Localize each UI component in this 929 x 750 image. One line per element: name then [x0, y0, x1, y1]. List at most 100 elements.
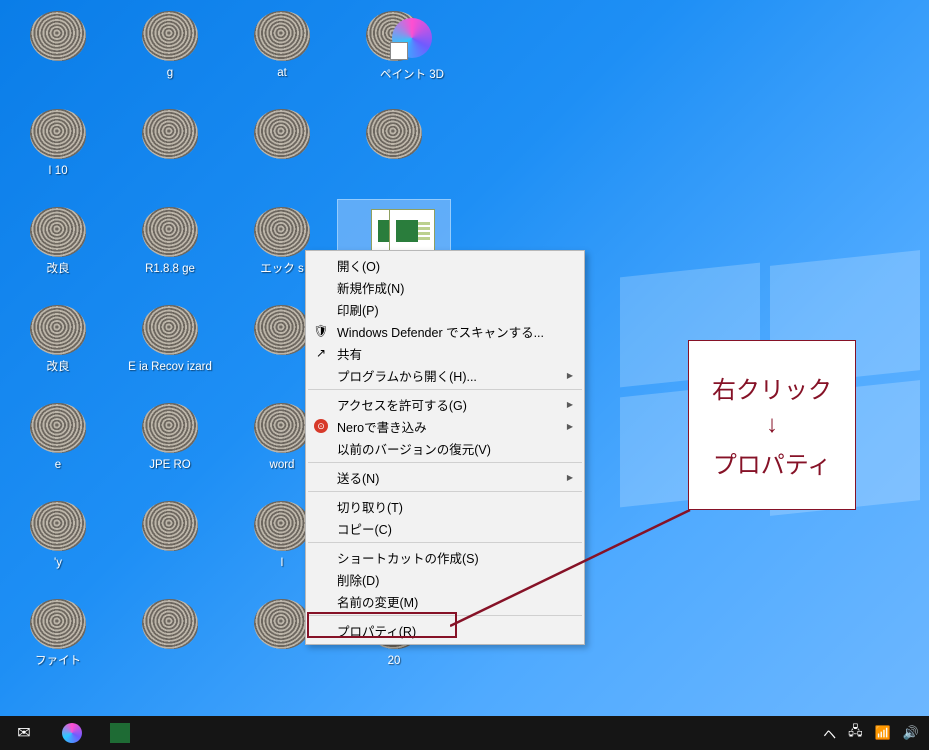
desktop-icon-label: word [270, 458, 295, 472]
fingerprint-thumb-icon [30, 109, 86, 159]
context-menu-item[interactable]: 以前のバージョンの復元(V) [307, 437, 583, 459]
desktop-icon-label: R1.8.8 ge [145, 262, 195, 276]
context-menu-item[interactable]: 名前の変更(M) [307, 590, 583, 612]
shield-icon: 🛡 [313, 323, 329, 339]
desktop-icon-label: JPE RO [149, 458, 191, 472]
desktop-icon-paint3d[interactable]: ペイント 3D [362, 6, 462, 82]
menu-item-label: Neroで書き込み [337, 417, 427, 436]
fingerprint-thumb-icon [30, 305, 86, 355]
desktop-icon[interactable]: 'y [2, 494, 114, 592]
excel-file-icon [389, 209, 435, 255]
desktop-icon[interactable] [2, 4, 114, 102]
menu-item-label: コピー(C) [337, 519, 392, 538]
context-menu-item[interactable]: ⊙ Neroで書き込み [307, 415, 583, 437]
desktop-icon[interactable] [338, 102, 450, 200]
taskbar-app-button[interactable] [48, 716, 96, 750]
taskbar-mail-button[interactable]: ✉ [0, 716, 48, 750]
fingerprint-thumb-icon [142, 501, 198, 551]
fingerprint-thumb-icon [30, 11, 86, 61]
desktop-icon[interactable]: JPE RO [114, 396, 226, 494]
desktop-icon[interactable]: e [2, 396, 114, 494]
menu-separator [308, 542, 582, 543]
context-menu-item[interactable]: 削除(D) [307, 568, 583, 590]
nero-icon: ⊙ [313, 418, 329, 434]
desktop-icon-label: ペイント 3D [380, 68, 444, 82]
desktop-icon-label: 'y [54, 556, 62, 570]
taskbar-tray[interactable]: ヘ 🖧 📶 🔊 [823, 722, 929, 744]
desktop-icon[interactable]: g [114, 4, 226, 102]
fingerprint-thumb-icon [142, 599, 198, 649]
desktop-icon-label: g [167, 66, 173, 80]
context-menu-item[interactable]: 🛡Windows Defender でスキャンする... [307, 320, 583, 342]
desktop-icon[interactable]: E ia Recov izard [114, 298, 226, 396]
menu-item-label: 新規作成(N) [337, 278, 404, 297]
desktop-icon[interactable]: 改良 [2, 298, 114, 396]
fingerprint-thumb-icon [254, 599, 310, 649]
menu-item-label: 共有 [337, 344, 362, 363]
desktop-icon[interactable] [114, 592, 226, 690]
menu-item-label: 切り取り(T) [337, 497, 403, 516]
annotation-arrow: ↓ [766, 411, 778, 439]
fingerprint-thumb-icon [142, 305, 198, 355]
context-menu-item[interactable]: プロパティ(R) [307, 619, 583, 641]
context-menu-item[interactable]: ショートカットの作成(S) [307, 546, 583, 568]
tray-volume-icon[interactable]: 🔊 [903, 725, 919, 741]
desktop-icon-label: I [280, 556, 283, 570]
context-menu-item[interactable]: アクセスを許可する(G) [307, 393, 583, 415]
menu-separator [308, 491, 582, 492]
desktop-icon-label: ファイト [35, 654, 81, 668]
menu-separator [308, 615, 582, 616]
context-menu-item[interactable]: 開く(O) [307, 254, 583, 276]
annotation-line1: 右クリック [712, 370, 832, 405]
context-menu-item[interactable]: 印刷(P) [307, 298, 583, 320]
menu-item-label: 開く(O) [337, 256, 380, 275]
context-menu: 開く(O) 新規作成(N) 印刷(P)🛡Windows Defender でスキャン… [305, 250, 585, 645]
paint3d-icon [392, 18, 432, 58]
context-menu-item[interactable]: プログラムから開く(H)... [307, 364, 583, 386]
menu-separator [308, 462, 582, 463]
desktop-icon-label: I 10 [48, 164, 67, 178]
menu-item-label: 印刷(P) [337, 300, 379, 319]
desktop-icon-label: e [55, 458, 61, 472]
menu-item-label: 以前のバージョンの復元(V) [337, 439, 491, 458]
desktop-icon[interactable] [114, 494, 226, 592]
desktop-icon[interactable]: ファイト [2, 592, 114, 690]
desktop-icon[interactable]: I 10 [2, 102, 114, 200]
context-menu-item[interactable]: 切り取り(T) [307, 495, 583, 517]
annotation-callout: 右クリック ↓ プロパティ [688, 340, 856, 510]
menu-item-label: 送る(N) [337, 468, 379, 487]
fingerprint-thumb-icon [254, 11, 310, 61]
desktop-icon[interactable]: R1.8.8 ge [114, 200, 226, 298]
fingerprint-thumb-icon [30, 599, 86, 649]
fingerprint-thumb-icon [366, 109, 422, 159]
menu-item-label: プログラムから開く(H)... [337, 366, 477, 385]
fingerprint-thumb-icon [30, 207, 86, 257]
tray-wifi-icon[interactable]: 📶 [875, 725, 891, 741]
fingerprint-thumb-icon [254, 305, 310, 355]
annotation-line3: プロパティ [713, 445, 832, 480]
desktop-icon[interactable] [226, 102, 338, 200]
fingerprint-thumb-icon [254, 207, 310, 257]
menu-item-label: 削除(D) [337, 570, 379, 589]
context-menu-item[interactable]: 送る(N) [307, 466, 583, 488]
menu-item-label: 名前の変更(M) [337, 592, 418, 611]
desktop-icon[interactable] [114, 102, 226, 200]
taskbar: ✉ ヘ 🖧 📶 🔊 [0, 716, 929, 750]
desktop-icon-label: E ia Recov izard [128, 360, 212, 374]
fingerprint-thumb-icon [30, 501, 86, 551]
fingerprint-thumb-icon [142, 207, 198, 257]
menu-item-label: ショートカットの作成(S) [337, 548, 479, 567]
tray-network-icon[interactable]: 🖧 [848, 722, 863, 744]
desktop-icon[interactable]: at [226, 4, 338, 102]
desktop-icon-label: 改良 [47, 360, 70, 374]
fingerprint-thumb-icon [254, 501, 310, 551]
desktop-icon-label: at [277, 66, 287, 80]
context-menu-item[interactable]: コピー(C) [307, 517, 583, 539]
desktop-icon[interactable]: 改良 [2, 200, 114, 298]
context-menu-item[interactable]: ↗共有 [307, 342, 583, 364]
context-menu-item[interactable]: 新規作成(N) [307, 276, 583, 298]
fingerprint-thumb-icon [142, 11, 198, 61]
menu-item-label: プロパティ(R) [337, 621, 416, 640]
tray-chevron-up-icon[interactable]: ヘ [823, 724, 836, 743]
taskbar-excel-button[interactable] [96, 716, 144, 750]
